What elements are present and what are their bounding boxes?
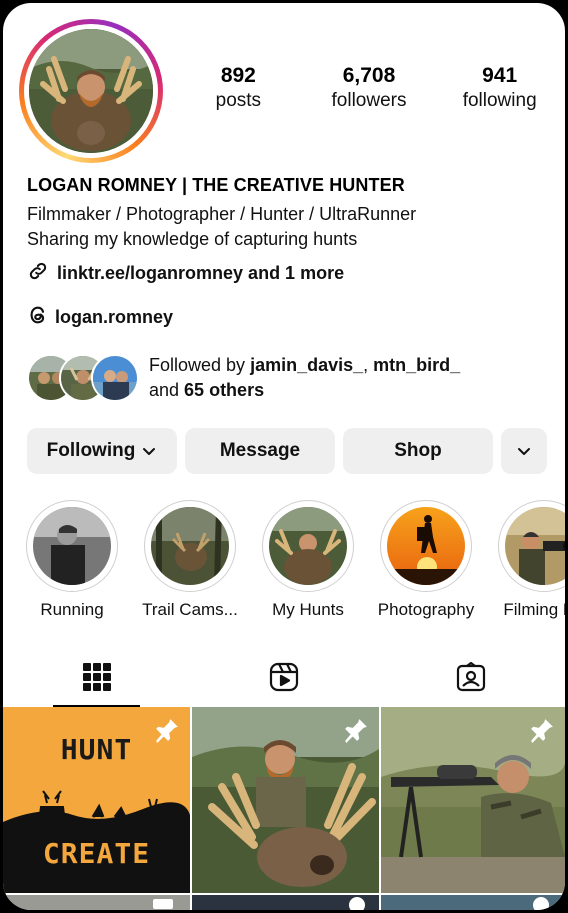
profile-link[interactable]: linktr.ee/loganromney and 1 more [27, 260, 344, 287]
stat-followers[interactable]: 6,708 followers [304, 63, 435, 113]
followed-prefix: Followed by [149, 355, 251, 375]
highlight-filming[interactable]: Filming Hu [489, 500, 565, 620]
stat-following-value: 941 [482, 64, 518, 87]
grid-icon [82, 662, 112, 697]
followed-by[interactable]: Followed by jamin_davis_, mtn_bird_ and … [27, 353, 460, 403]
stat-posts[interactable]: 892 posts [173, 63, 304, 113]
post-tile[interactable] [381, 895, 565, 910]
suggested-accounts-button[interactable] [501, 428, 547, 474]
highlight-label: Trail Cams... [142, 600, 238, 619]
profile-tabs [3, 651, 565, 707]
reels-icon [268, 661, 300, 698]
post-caption-bottom: CREATE [42, 837, 151, 870]
highlight-running[interactable]: Running [17, 500, 127, 620]
post-tile[interactable]: HUNT CREATE [3, 707, 190, 893]
tab-reels[interactable] [190, 651, 377, 707]
story-highlights: Running Trail Cams... My Hunts Photograp… [23, 500, 565, 630]
link-icon [27, 260, 49, 287]
profile-stats: 892 posts 6,708 followers 941 following [173, 63, 565, 113]
mutual-user: mtn_bird_ [373, 355, 461, 375]
display-name: LOGAN ROMNEY | THE CREATIVE HUNTER [27, 175, 405, 195]
following-button[interactable]: Following [27, 428, 177, 474]
threads-link[interactable]: logan.romney [27, 304, 173, 331]
threads-icon [27, 304, 49, 331]
highlight-label: Filming Hu [503, 600, 565, 619]
highlight-label: My Hunts [272, 600, 344, 619]
mutual-user: jamin_davis_ [250, 355, 364, 375]
tab-posts-grid[interactable] [3, 651, 190, 707]
chevron-down-icon [516, 443, 532, 459]
pin-icon [343, 717, 369, 748]
bio-line: Sharing my knowledge of capturing hunts [27, 229, 358, 249]
highlight-my-hunts[interactable]: My Hunts [253, 500, 363, 620]
highlight-photography[interactable]: Photography [371, 500, 481, 620]
tab-tagged[interactable] [378, 651, 565, 707]
post-tile[interactable] [192, 707, 379, 893]
highlight-label: Running [40, 600, 104, 619]
separator: , [363, 355, 374, 375]
stat-posts-value: 892 [220, 64, 256, 87]
bio-line: Filmmaker / Photographer / Hunter / Ultr… [27, 204, 417, 224]
followed-by-text: Followed by jamin_davis_, mtn_bird_ and … [149, 353, 460, 403]
pin-icon [154, 717, 180, 748]
action-buttons: Following Message Shop [27, 428, 547, 474]
following-label: Following [46, 440, 136, 461]
post-tile[interactable] [192, 895, 379, 910]
follower-avatar [91, 354, 139, 402]
highlight-trail-cams[interactable]: Trail Cams... [135, 500, 245, 620]
message-button[interactable]: Message [185, 428, 335, 474]
pin-icon [529, 717, 555, 748]
profile-link-text: linktr.ee/loganromney and 1 more [57, 263, 345, 283]
highlight-label: Photography [377, 600, 475, 619]
stat-followers-value: 6,708 [342, 64, 396, 87]
stat-posts-label: posts [215, 90, 262, 111]
tagged-icon [455, 661, 487, 698]
shop-button[interactable]: Shop [343, 428, 493, 474]
post-tile[interactable] [381, 707, 565, 893]
mutual-others: 65 others [184, 380, 265, 400]
followed-and: and [149, 380, 185, 400]
stat-following-label: following [462, 90, 537, 111]
chevron-down-icon [141, 443, 157, 459]
bio: Filmmaker / Photographer / Hunter / Ultr… [27, 202, 416, 252]
profile-avatar[interactable] [19, 19, 163, 163]
threads-handle: logan.romney [55, 307, 174, 327]
post-tile[interactable] [3, 895, 190, 910]
profile-screen: 892 posts 6,708 followers 941 following … [3, 3, 565, 910]
stat-following[interactable]: 941 following [434, 63, 565, 113]
stat-followers-label: followers [331, 90, 407, 111]
